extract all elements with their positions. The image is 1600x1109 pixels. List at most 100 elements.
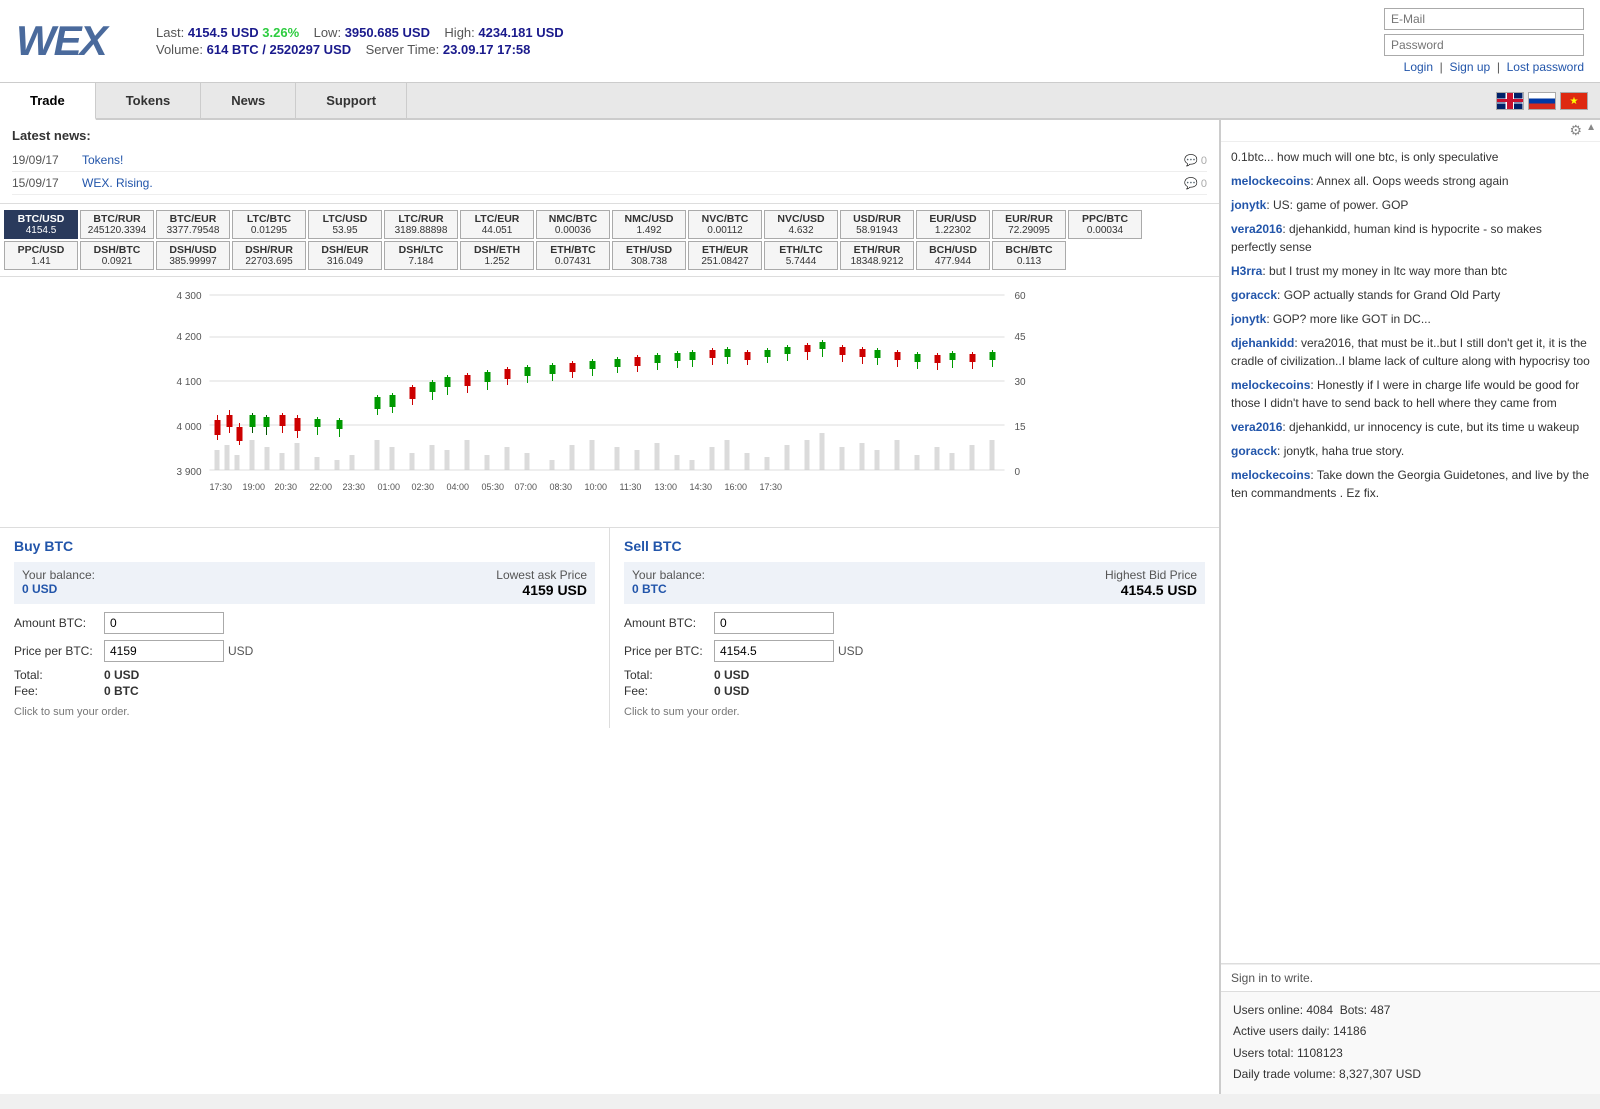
left-panel: Latest news: 19/09/17 Tokens! 💬 0 15/09/… bbox=[0, 120, 1220, 1094]
pair-cell-ETH-LTC[interactable]: ETH/LTC5.7444 bbox=[764, 241, 838, 270]
svg-text:14:30: 14:30 bbox=[690, 482, 713, 492]
pair-cell-NVC-BTC[interactable]: NVC/BTC0.00112 bbox=[688, 210, 762, 239]
news-link-2[interactable]: WEX. Rising. bbox=[82, 176, 1184, 190]
pair-cell-USD-RUR[interactable]: USD/RUR58.91943 bbox=[840, 210, 914, 239]
password-field[interactable] bbox=[1384, 34, 1584, 56]
buy-side: Buy BTC Your balance: 0 USD Lowest ask P… bbox=[0, 528, 610, 728]
news-link-1[interactable]: Tokens! bbox=[82, 153, 1184, 167]
pair-cell-PPC-USD[interactable]: PPC/USD1.41 bbox=[4, 241, 78, 270]
chat-message-8: melockecoins: Honestly if I were in char… bbox=[1231, 376, 1590, 412]
pair-cell-NMC-BTC[interactable]: NMC/BTC0.00036 bbox=[536, 210, 610, 239]
svg-text:05:30: 05:30 bbox=[482, 482, 505, 492]
pair-cell-LTC-USD[interactable]: LTC/USD53.95 bbox=[308, 210, 382, 239]
chat-text: 0.1btc... how much will one btc, is only… bbox=[1231, 150, 1498, 164]
pair-cell-BTC-EUR[interactable]: BTC/EUR3377.79548 bbox=[156, 210, 230, 239]
sell-fee-label: Fee: bbox=[624, 684, 714, 698]
buy-ask-label: Lowest ask Price bbox=[496, 568, 587, 582]
flag-ru-icon[interactable] bbox=[1528, 92, 1556, 110]
chat-settings-icon[interactable]: ⚙ bbox=[1570, 122, 1583, 139]
pair-cell-BCH-BTC[interactable]: BCH/BTC0.113 bbox=[992, 241, 1066, 270]
pair-cell-DSH-USD[interactable]: DSH/USD385.99997 bbox=[156, 241, 230, 270]
svg-text:19:00: 19:00 bbox=[243, 482, 266, 492]
high-label: High: bbox=[444, 25, 474, 40]
pair-cell-LTC-RUR[interactable]: LTC/RUR3189.88898 bbox=[384, 210, 458, 239]
pair-cell-LTC-EUR[interactable]: LTC/EUR44.051 bbox=[460, 210, 534, 239]
right-panel: ⚙ ▲ 0.1btc... how much will one btc, is … bbox=[1220, 120, 1600, 1094]
nav-tokens[interactable]: Tokens bbox=[96, 83, 202, 118]
news-section: Latest news: 19/09/17 Tokens! 💬 0 15/09/… bbox=[0, 120, 1219, 204]
nav-trade[interactable]: Trade bbox=[0, 83, 96, 120]
email-field[interactable] bbox=[1384, 8, 1584, 30]
chat-message-0: 0.1btc... how much will one btc, is only… bbox=[1231, 148, 1590, 166]
buy-amount-input[interactable] bbox=[104, 612, 224, 634]
pair-cell-DSH-BTC[interactable]: DSH/BTC0.0921 bbox=[80, 241, 154, 270]
chat-text: : GOP actually stands for Grand Old Part… bbox=[1277, 288, 1500, 302]
sell-price-row: Price per BTC: USD bbox=[624, 640, 1205, 662]
pair-cell-DSH-RUR[interactable]: DSH/RUR22703.695 bbox=[232, 241, 306, 270]
news-item-2: 15/09/17 WEX. Rising. 💬 0 bbox=[12, 172, 1207, 195]
chat-scroll-up[interactable]: ▲ bbox=[1586, 122, 1596, 139]
chat-area[interactable]: 0.1btc... how much will one btc, is only… bbox=[1221, 142, 1600, 964]
pair-cell-NVC-USD[interactable]: NVC/USD4.632 bbox=[764, 210, 838, 239]
signup-link[interactable]: Sign up bbox=[1449, 60, 1490, 74]
buy-price-input[interactable] bbox=[104, 640, 224, 662]
flag-cn-icon[interactable]: ★ bbox=[1560, 92, 1588, 110]
server-value: 23.09.17 17:58 bbox=[443, 42, 530, 57]
pair-cell-DSH-EUR[interactable]: DSH/EUR316.049 bbox=[308, 241, 382, 270]
pair-cell-LTC-BTC[interactable]: LTC/BTC0.01295 bbox=[232, 210, 306, 239]
svg-text:0: 0 bbox=[1015, 467, 1021, 478]
lost-password-link[interactable]: Lost password bbox=[1507, 60, 1584, 74]
buy-fee-value: 0 BTC bbox=[104, 684, 139, 698]
svg-text:13:00: 13:00 bbox=[655, 482, 678, 492]
sell-price-unit: USD bbox=[838, 644, 863, 658]
pair-cell-DSH-ETH[interactable]: DSH/ETH1.252 bbox=[460, 241, 534, 270]
svg-text:17:30: 17:30 bbox=[760, 482, 783, 492]
chat-user: vera2016 bbox=[1231, 222, 1282, 236]
chat-user: jonytk bbox=[1231, 312, 1266, 326]
flag-uk-icon[interactable] bbox=[1496, 92, 1524, 110]
buy-title: Buy BTC bbox=[14, 538, 595, 554]
login-link[interactable]: Login bbox=[1404, 60, 1433, 74]
svg-text:16:00: 16:00 bbox=[725, 482, 748, 492]
nav-support[interactable]: Support bbox=[296, 83, 407, 118]
nav-news[interactable]: News bbox=[201, 83, 296, 118]
pair-cell-ETH-RUR[interactable]: ETH/RUR18348.9212 bbox=[840, 241, 914, 270]
pair-cell-BTC-USD[interactable]: BTC/USD4154.5 bbox=[4, 210, 78, 239]
sell-price-input[interactable] bbox=[714, 640, 834, 662]
svg-text:4 000: 4 000 bbox=[177, 422, 202, 433]
pair-cell-BTC-RUR[interactable]: BTC/RUR245120.3394 bbox=[80, 210, 154, 239]
sell-amount-input[interactable] bbox=[714, 612, 834, 634]
high-value: 4234.181 USD bbox=[478, 25, 563, 40]
pair-cell-BCH-USD[interactable]: BCH/USD477.944 bbox=[916, 241, 990, 270]
pair-cell-EUR-RUR[interactable]: EUR/RUR72.29095 bbox=[992, 210, 1066, 239]
svg-text:3 900: 3 900 bbox=[177, 467, 202, 478]
svg-text:30: 30 bbox=[1015, 377, 1027, 388]
chat-message-11: melockecoins: Take down the Georgia Guid… bbox=[1231, 466, 1590, 502]
pair-cell-PPC-BTC[interactable]: PPC/BTC0.00034 bbox=[1068, 210, 1142, 239]
sell-ask-label: Highest Bid Price bbox=[1105, 568, 1197, 582]
logo: WEX bbox=[16, 17, 136, 65]
buy-ask-value: 4159 USD bbox=[496, 582, 587, 598]
chat-message-4: H3rra: but I trust my money in ltc way m… bbox=[1231, 262, 1590, 280]
buy-balance-row: Your balance: 0 USD Lowest ask Price 415… bbox=[14, 562, 595, 604]
chat-text: : US: game of power. GOP bbox=[1266, 198, 1408, 212]
pair-cell-NMC-USD[interactable]: NMC/USD1.492 bbox=[612, 210, 686, 239]
pair-cell-ETH-EUR[interactable]: ETH/EUR251.08427 bbox=[688, 241, 762, 270]
chat-message-10: goracck: jonytk, haha true story. bbox=[1231, 442, 1590, 460]
pair-cell-EUR-USD[interactable]: EUR/USD1.22302 bbox=[916, 210, 990, 239]
news-item-1: 19/09/17 Tokens! 💬 0 bbox=[12, 149, 1207, 172]
sell-total-label: Total: bbox=[624, 668, 714, 682]
sell-total-row: Total: 0 USD bbox=[624, 668, 1205, 682]
svg-text:4 100: 4 100 bbox=[177, 377, 202, 388]
pair-cell-ETH-BTC[interactable]: ETH/BTC0.07431 bbox=[536, 241, 610, 270]
ticker-info: Last: 4154.5 USD 3.26% Low: 3950.685 USD… bbox=[156, 25, 1364, 57]
svg-text:15: 15 bbox=[1015, 422, 1027, 433]
chat-user: djehankidd bbox=[1231, 336, 1294, 350]
pair-cell-DSH-LTC[interactable]: DSH/LTC7.184 bbox=[384, 241, 458, 270]
svg-text:23:30: 23:30 bbox=[343, 482, 366, 492]
sell-price-label: Price per BTC: bbox=[624, 644, 714, 658]
svg-text:01:00: 01:00 bbox=[378, 482, 401, 492]
buy-fee-row: Fee: 0 BTC bbox=[14, 684, 595, 698]
pair-cell-ETH-USD[interactable]: ETH/USD308.738 bbox=[612, 241, 686, 270]
news-title: Latest news: bbox=[12, 128, 1207, 143]
